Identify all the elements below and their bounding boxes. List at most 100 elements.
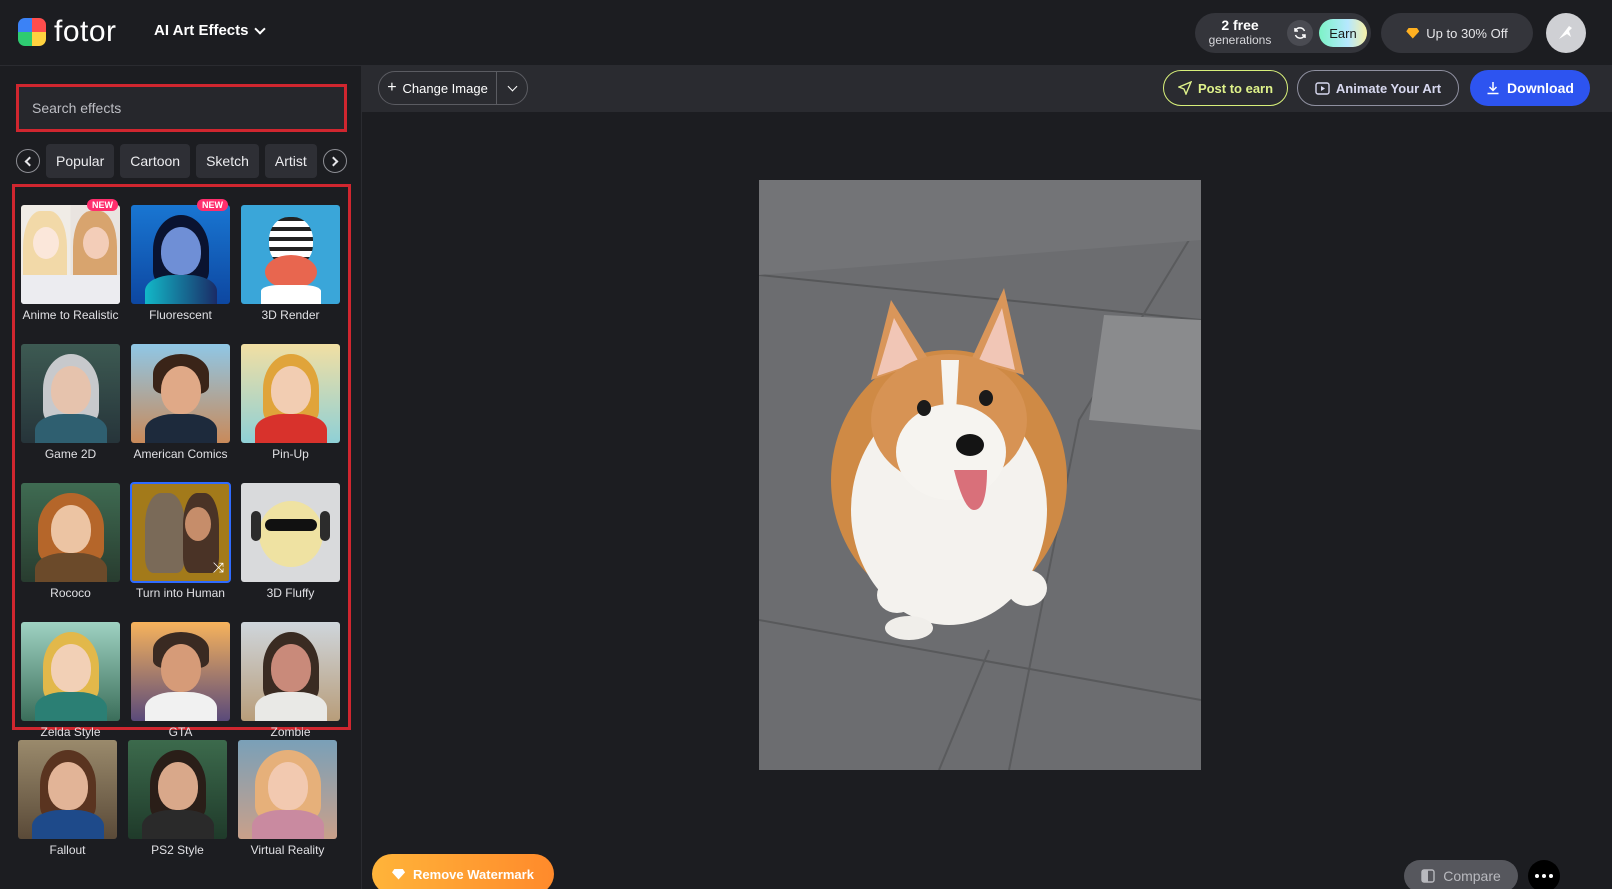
- effect-american-comics[interactable]: American Comics: [131, 344, 230, 483]
- effect-label: Virtual Reality: [250, 843, 325, 857]
- effects-highlight-box: NEW Anime to Realistic NEW Fluorescent 3…: [12, 184, 351, 739]
- new-badge: NEW: [197, 199, 228, 211]
- fotor-logo-icon: [18, 18, 46, 46]
- change-image-button[interactable]: + Change Image: [379, 72, 497, 104]
- effect-fallout[interactable]: Fallout: [18, 740, 117, 879]
- effect-thumbnail: [131, 205, 230, 304]
- effect-thumbnail: [241, 205, 340, 304]
- category-next-button[interactable]: [322, 149, 347, 173]
- category-tab-cartoon[interactable]: Cartoon: [120, 144, 191, 178]
- effect-thumbnail: [21, 344, 120, 443]
- effect-thumbnail: [21, 622, 120, 721]
- generations-widget: 2 free generations Earn: [1195, 13, 1371, 53]
- effect-thumbnail: [131, 344, 230, 443]
- category-tab-sketch[interactable]: Sketch: [196, 144, 259, 178]
- effect-thumbnail: [241, 622, 340, 721]
- ai-art-effects-menu[interactable]: AI Art Effects: [154, 22, 267, 39]
- download-icon: [1487, 82, 1499, 95]
- effects-sidebar: Popular Cartoon Sketch Artist NEW: [0, 66, 362, 889]
- effect-label: American Comics: [133, 447, 228, 461]
- remove-watermark-button[interactable]: Remove Watermark: [372, 854, 554, 889]
- effect-thumbnail: [241, 344, 340, 443]
- effect-label: GTA: [168, 725, 193, 739]
- effect-thumbnail: [21, 205, 120, 304]
- promo-button[interactable]: Up to 30% Off: [1381, 13, 1533, 53]
- corgi-photo: [759, 180, 1201, 770]
- post-label: Post to earn: [1197, 80, 1274, 96]
- effect-thumbnail: [131, 622, 230, 721]
- category-prev-button[interactable]: [16, 149, 40, 173]
- effects-grid: NEW Anime to Realistic NEW Fluorescent 3…: [21, 199, 340, 761]
- more-options-button[interactable]: [1528, 860, 1560, 889]
- effect-3d-render[interactable]: 3D Render: [241, 205, 340, 344]
- effect-label: Game 2D: [44, 447, 97, 461]
- effect-rococo[interactable]: Rococo: [21, 483, 120, 622]
- logo-text: fotor: [54, 15, 117, 48]
- effect-label: Pin-Up: [272, 447, 309, 461]
- diamond-icon: [392, 868, 406, 880]
- post-to-earn-button[interactable]: Post to earn: [1163, 70, 1288, 106]
- effect-anime-to-realistic[interactable]: NEW Anime to Realistic: [21, 199, 120, 344]
- animate-icon: [1315, 81, 1330, 95]
- effect-ps2-style[interactable]: PS2 Style: [128, 740, 227, 879]
- effect-thumbnail: [241, 483, 340, 582]
- more-dots-icon: [1549, 874, 1553, 878]
- effect-label: PS2 Style: [151, 843, 204, 857]
- search-box: [16, 84, 347, 132]
- compare-button[interactable]: Compare: [1404, 860, 1518, 889]
- chevron-down-icon: [507, 81, 517, 92]
- effect-pin-up[interactable]: Pin-Up: [241, 344, 340, 483]
- category-tabs: Popular Cartoon Sketch Artist: [16, 144, 347, 178]
- generations-count: 2 free: [1221, 17, 1259, 33]
- new-badge: NEW: [87, 199, 118, 211]
- more-dots-icon: [1542, 874, 1546, 878]
- generations-label: generations: [1208, 33, 1272, 47]
- menu-label: AI Art Effects: [154, 22, 249, 39]
- effect-fluorescent[interactable]: NEW Fluorescent: [131, 199, 230, 344]
- chevron-down-icon: [254, 22, 267, 35]
- effect-label: Rococo: [50, 586, 91, 600]
- fotor-logo[interactable]: fotor: [18, 15, 117, 48]
- effect-label: Fallout: [49, 843, 86, 857]
- refresh-button[interactable]: [1287, 20, 1313, 46]
- effect-thumbnail: [18, 740, 117, 839]
- plus-icon: +: [387, 79, 397, 96]
- swap-icon: ⤨: [212, 559, 224, 575]
- refresh-icon: [1294, 27, 1306, 39]
- effect-label: Fluorescent: [149, 308, 212, 322]
- animate-label: Animate Your Art: [1335, 80, 1442, 96]
- remove-watermark-label: Remove Watermark: [413, 866, 534, 882]
- effect-3d-fluffy[interactable]: 3D Fluffy: [241, 483, 340, 622]
- animate-your-art-button[interactable]: Animate Your Art: [1297, 70, 1459, 106]
- category-tab-artist[interactable]: Artist: [264, 144, 317, 178]
- category-tab-popular[interactable]: Popular: [46, 144, 115, 178]
- effect-thumbnail: [128, 740, 227, 839]
- effect-label: 3D Render: [261, 308, 320, 322]
- effect-thumbnail: [21, 483, 120, 582]
- change-image-control: + Change Image: [378, 71, 528, 105]
- diamond-icon: [1406, 27, 1420, 39]
- compare-icon: [1421, 869, 1435, 883]
- image-canvas: Remove Watermark Compare: [362, 112, 1612, 889]
- effect-label: Zelda Style: [40, 725, 101, 739]
- download-label: Download: [1507, 80, 1574, 96]
- generations-text: 2 free generations: [1195, 18, 1285, 48]
- effect-thumbnail: ⤨: [130, 482, 231, 583]
- change-image-dropdown[interactable]: [497, 81, 527, 92]
- user-avatar[interactable]: [1546, 13, 1586, 53]
- effect-thumbnail: [238, 740, 337, 839]
- compare-label: Compare: [1443, 868, 1501, 884]
- effect-game-2d[interactable]: Game 2D: [21, 344, 120, 483]
- effect-label: Anime to Realistic: [22, 308, 119, 322]
- more-dots-icon: [1535, 874, 1539, 878]
- download-button[interactable]: Download: [1470, 70, 1590, 106]
- effect-label: Zombie: [270, 725, 311, 739]
- effect-label: Turn into Human: [136, 586, 225, 600]
- chevron-right-icon: [328, 156, 339, 166]
- search-input[interactable]: [19, 87, 344, 129]
- effect-turn-into-human[interactable]: ⤨ Turn into Human: [130, 482, 231, 622]
- earn-button[interactable]: Earn: [1319, 19, 1367, 47]
- canvas-toolbar: + Change Image Post to earn Animate Your…: [362, 66, 1612, 112]
- effect-virtual-reality[interactable]: Virtual Reality: [238, 740, 337, 879]
- bird-icon: [1559, 26, 1572, 39]
